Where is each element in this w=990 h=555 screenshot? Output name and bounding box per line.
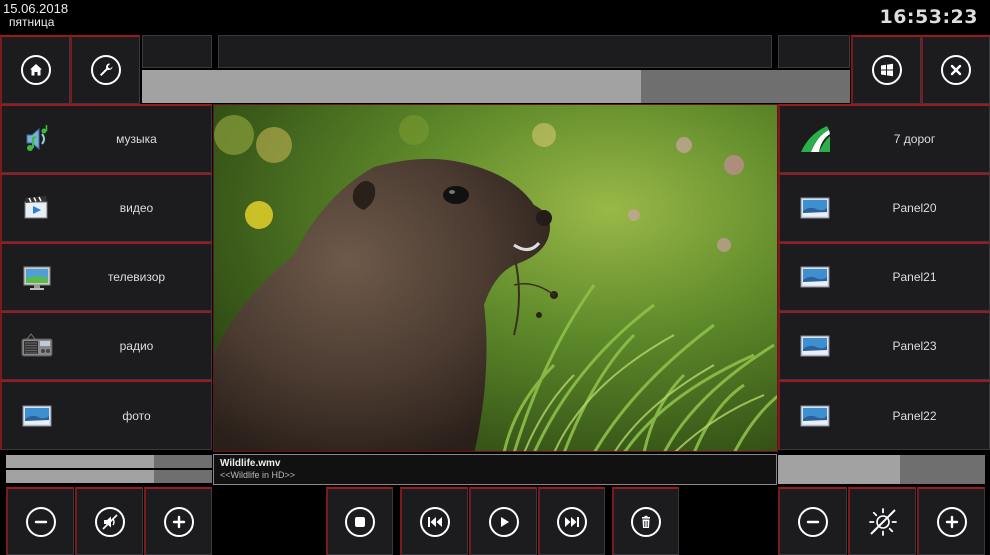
plus-icon bbox=[163, 506, 194, 537]
photo-landscape-icon bbox=[2, 404, 72, 428]
menu-item-panel21[interactable]: Panel21 bbox=[778, 242, 990, 311]
menu-label: фото bbox=[122, 408, 151, 423]
menu-label: 7 дорог bbox=[893, 132, 936, 146]
menu-label: Panel21 bbox=[892, 270, 937, 284]
clock: 16:53:23 bbox=[879, 6, 978, 28]
windows-icon bbox=[871, 55, 902, 85]
music-speaker-icon bbox=[2, 124, 72, 154]
left-volume-down-button[interactable] bbox=[6, 487, 74, 555]
close-icon bbox=[941, 55, 971, 85]
left-volume-bar-bottom[interactable] bbox=[6, 470, 212, 483]
menu-label: видео bbox=[119, 201, 154, 215]
right-volume-bar[interactable] bbox=[778, 455, 985, 484]
left-volume-bar-top[interactable] bbox=[6, 455, 212, 468]
photo-landscape-icon bbox=[780, 265, 850, 289]
right-volume-down-button[interactable] bbox=[778, 487, 847, 555]
menu-label: музыка bbox=[116, 132, 157, 146]
tv-monitor-icon bbox=[2, 262, 72, 292]
clapperboard-icon bbox=[2, 193, 72, 223]
menu-item-photo[interactable]: фото bbox=[0, 380, 212, 450]
photo-landscape-icon bbox=[780, 196, 850, 220]
menu-label: Panel20 bbox=[892, 201, 937, 215]
menu-item-panel20[interactable]: Panel20 bbox=[778, 173, 990, 242]
top-spacer-tile bbox=[142, 35, 212, 68]
close-button[interactable] bbox=[921, 35, 990, 104]
play-button[interactable] bbox=[469, 487, 537, 555]
minus-icon bbox=[25, 506, 56, 537]
skip-back-icon bbox=[419, 506, 450, 537]
minus-icon bbox=[798, 506, 828, 537]
home-icon bbox=[20, 55, 51, 85]
video-frame[interactable] bbox=[213, 104, 778, 452]
trash-icon bbox=[631, 506, 661, 537]
top-title-tile bbox=[218, 35, 772, 68]
right-volume-up-button[interactable] bbox=[917, 487, 985, 555]
menu-item-radio[interactable]: радио bbox=[0, 311, 212, 380]
brightness-button[interactable] bbox=[848, 487, 916, 555]
now-playing-box: Wildlife.wmv <<Wildlife in HD>> bbox=[213, 454, 777, 485]
menu-item-video[interactable]: видео bbox=[0, 173, 212, 242]
top-spacer-tile-right bbox=[778, 35, 850, 68]
top-progress-bar[interactable] bbox=[142, 70, 850, 103]
mute-speaker-icon bbox=[94, 506, 125, 537]
previous-button[interactable] bbox=[400, 487, 468, 555]
delete-button[interactable] bbox=[612, 487, 679, 555]
photo-landscape-icon bbox=[780, 404, 850, 428]
menu-label: телевизор bbox=[107, 270, 166, 284]
road-icon bbox=[780, 124, 850, 154]
settings-button[interactable] bbox=[70, 35, 140, 104]
mute-button[interactable] bbox=[75, 487, 143, 555]
photo-landscape-icon bbox=[780, 334, 850, 358]
menu-item-tv[interactable]: телевизор bbox=[0, 242, 212, 311]
menu-label: радио bbox=[119, 339, 154, 353]
menu-item-music[interactable]: музыка bbox=[0, 104, 212, 173]
plus-icon bbox=[936, 506, 967, 537]
windows-button[interactable] bbox=[851, 35, 921, 104]
menu-item-panel23[interactable]: Panel23 bbox=[778, 311, 990, 380]
now-playing-filename: Wildlife.wmv bbox=[220, 458, 281, 469]
menu-label: Panel23 bbox=[892, 339, 937, 353]
next-button[interactable] bbox=[538, 487, 605, 555]
stop-icon bbox=[345, 506, 375, 537]
now-playing-title: <<Wildlife in HD>> bbox=[220, 470, 296, 480]
play-icon bbox=[488, 506, 519, 537]
skip-forward-icon bbox=[557, 506, 587, 537]
menu-item-7-dorog[interactable]: 7 дорог bbox=[778, 104, 990, 173]
stop-button[interactable] bbox=[326, 487, 393, 555]
left-volume-fill-top bbox=[6, 455, 155, 468]
weekday-label: пятница bbox=[9, 15, 55, 29]
radio-icon bbox=[2, 331, 72, 361]
right-volume-fill bbox=[778, 455, 901, 484]
date-label: 15.06.2018 bbox=[3, 1, 69, 16]
video-content-image bbox=[214, 105, 777, 451]
wrench-icon bbox=[90, 55, 121, 85]
top-progress-fill bbox=[142, 70, 642, 103]
menu-item-panel22[interactable]: Panel22 bbox=[778, 380, 990, 450]
home-button[interactable] bbox=[0, 35, 70, 104]
left-volume-up-button[interactable] bbox=[144, 487, 212, 555]
brightness-off-icon bbox=[868, 507, 897, 536]
menu-label: Panel22 bbox=[892, 408, 937, 423]
left-volume-fill-bottom bbox=[6, 470, 155, 483]
